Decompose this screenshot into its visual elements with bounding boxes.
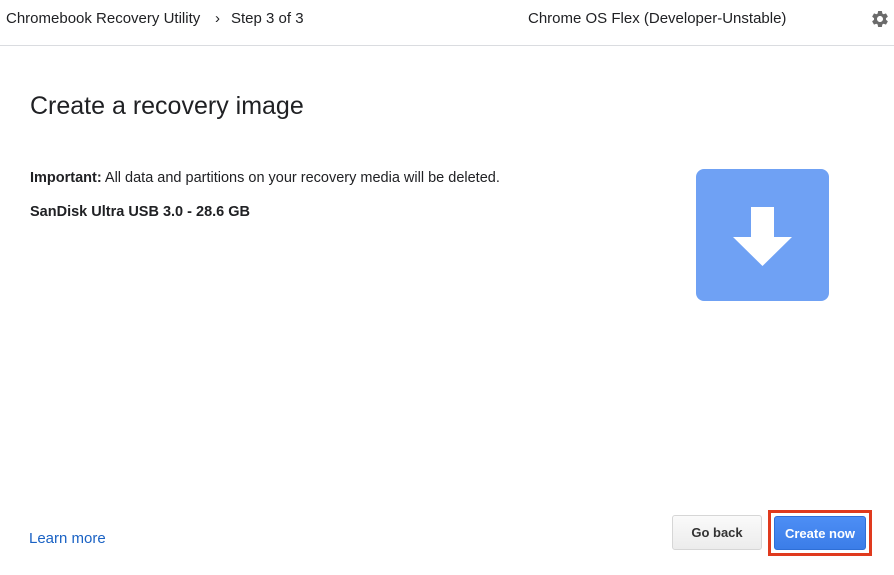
step-indicator: Step 3 of 3 — [231, 10, 304, 27]
learn-more-link[interactable]: Learn more — [29, 530, 106, 547]
selected-device: SanDisk Ultra USB 3.0 - 28.6 GB — [30, 204, 250, 220]
warning-text: All data and partitions on your recovery… — [101, 170, 500, 186]
download-illustration — [696, 169, 829, 301]
recovery-utility-window: Chromebook Recovery Utility › Step 3 of … — [0, 0, 894, 575]
selected-image-name: Chrome OS Flex (Developer-Unstable) — [528, 10, 787, 27]
warning-message: Important: All data and partitions on yo… — [30, 170, 500, 186]
download-arrow-icon — [733, 207, 792, 266]
gear-icon[interactable] — [870, 9, 890, 29]
create-now-button[interactable]: Create now — [774, 516, 866, 550]
warning-label: Important: — [30, 170, 102, 186]
header-bar: Chromebook Recovery Utility › Step 3 of … — [0, 0, 894, 46]
breadcrumb-separator: › — [215, 10, 220, 27]
app-title: Chromebook Recovery Utility — [6, 10, 201, 27]
go-back-button[interactable]: Go back — [672, 515, 762, 550]
page-title: Create a recovery image — [30, 92, 304, 120]
